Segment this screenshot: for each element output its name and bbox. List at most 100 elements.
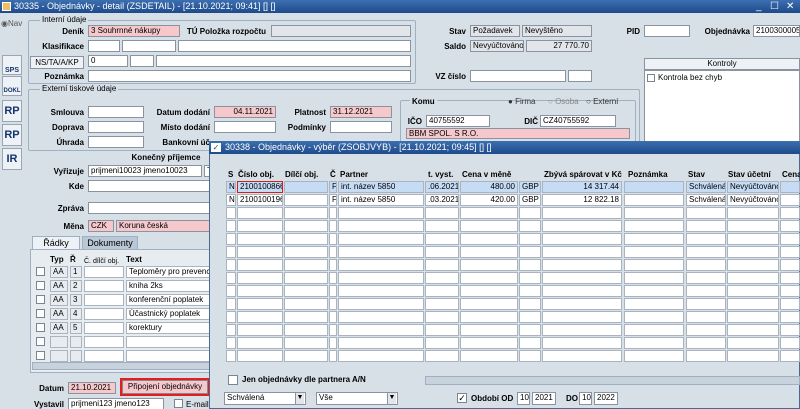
picker-cell-empty[interactable] bbox=[624, 259, 684, 271]
pid-field[interactable] bbox=[644, 25, 690, 37]
picker-cell-s[interactable] bbox=[226, 220, 236, 232]
picker-cell-vyst[interactable] bbox=[425, 285, 459, 297]
obdobi-checkbox[interactable]: ✓ bbox=[457, 393, 467, 403]
picker-cell-c[interactable] bbox=[329, 272, 337, 284]
picker-cell-s[interactable] bbox=[226, 259, 236, 271]
ns-field-1[interactable]: 0 bbox=[88, 55, 128, 67]
picker-cell-zbyva[interactable] bbox=[542, 246, 622, 258]
picker-cell-vyst[interactable] bbox=[425, 337, 459, 349]
picker-cell-cena[interactable]: 420.00 bbox=[460, 194, 518, 206]
picker-cell-zbyva[interactable] bbox=[542, 350, 622, 362]
picker-cell-empty[interactable] bbox=[624, 220, 684, 232]
picker-cell-cena[interactable] bbox=[460, 220, 518, 232]
line-cell-text[interactable] bbox=[126, 350, 210, 362]
picker-cell-c[interactable] bbox=[329, 311, 337, 323]
picker-cell-stav_uc[interactable]: Nevyúčtováno bbox=[727, 181, 779, 193]
picker-cell-stav_uc[interactable] bbox=[727, 324, 779, 336]
picker-cell-stav_uc[interactable] bbox=[727, 298, 779, 310]
picker-cell-empty[interactable] bbox=[780, 259, 800, 271]
picker-cell-empty[interactable] bbox=[624, 194, 684, 206]
line-row-checkbox[interactable] bbox=[36, 309, 45, 318]
line-row-checkbox[interactable] bbox=[36, 295, 45, 304]
do-month[interactable]: 10 bbox=[579, 392, 592, 405]
picker-cell-empty[interactable] bbox=[284, 324, 328, 336]
line-row-checkbox[interactable] bbox=[36, 323, 45, 332]
picker-cell-empty[interactable] bbox=[284, 272, 328, 284]
ns-field-3[interactable] bbox=[156, 55, 411, 67]
picker-cell-empty[interactable] bbox=[780, 311, 800, 323]
picker-cell-s[interactable] bbox=[226, 285, 236, 297]
picker-cell-vyst[interactable] bbox=[425, 350, 459, 362]
picker-cell-zbyva[interactable] bbox=[542, 337, 622, 349]
line-cell-text[interactable]: kniha 2ks bbox=[126, 280, 210, 292]
mena-code[interactable]: CZK bbox=[88, 220, 114, 232]
podminky-field[interactable] bbox=[330, 121, 392, 133]
picker-cell-stav[interactable]: Schválená bbox=[686, 181, 726, 193]
ico-field[interactable]: 40755592 bbox=[426, 115, 490, 127]
line-cell-r[interactable]: 4 bbox=[70, 308, 82, 320]
picker-cell-zbyva[interactable] bbox=[542, 233, 622, 245]
picker-cell-mena[interactable] bbox=[519, 207, 541, 219]
picker-cell-stav[interactable]: Schválená bbox=[686, 194, 726, 206]
picker-cell-stav_uc[interactable] bbox=[727, 246, 779, 258]
line-row-checkbox[interactable] bbox=[36, 267, 45, 276]
picker-cell-partner[interactable] bbox=[338, 285, 424, 297]
picker-cell-s[interactable] bbox=[226, 311, 236, 323]
picker-cell-empty[interactable] bbox=[780, 285, 800, 297]
radio-firma[interactable]: ● Firma bbox=[508, 97, 536, 107]
picker-cell-vyst[interactable] bbox=[425, 311, 459, 323]
doprava-field[interactable] bbox=[88, 121, 144, 133]
picker-cell-cislo[interactable] bbox=[237, 324, 283, 336]
line-cell-typ[interactable]: AA bbox=[50, 266, 68, 278]
picker-cell-vyst[interactable] bbox=[425, 272, 459, 284]
line-cell-text[interactable]: korektury bbox=[126, 322, 210, 334]
picker-cell-cislo[interactable] bbox=[237, 311, 283, 323]
pripojeni-button[interactable]: Připojení objednávky bbox=[120, 378, 210, 396]
picker-cell-mena[interactable]: GBP bbox=[519, 181, 541, 193]
picker-cell-mena[interactable] bbox=[519, 350, 541, 362]
picker-cell-stav_uc[interactable] bbox=[727, 337, 779, 349]
picker-cell-empty[interactable] bbox=[284, 298, 328, 310]
picker-cell-vyst[interactable] bbox=[425, 246, 459, 258]
picker-cell-mena[interactable] bbox=[519, 324, 541, 336]
poznamka-field[interactable] bbox=[88, 70, 411, 82]
picker-cell-empty[interactable] bbox=[284, 194, 328, 206]
picker-cell-vyst[interactable]: .06.2021 bbox=[425, 181, 459, 193]
picker-cell-cislo[interactable] bbox=[237, 350, 283, 362]
picker-cell-c[interactable]: F bbox=[329, 181, 337, 193]
line-cell-r[interactable] bbox=[70, 350, 82, 362]
picker-cell-mena[interactable] bbox=[519, 285, 541, 297]
picker-cell-s[interactable]: N bbox=[226, 194, 236, 206]
zprava-field[interactable] bbox=[88, 202, 214, 214]
picker-cell-cislo[interactable] bbox=[237, 233, 283, 245]
picker-cell-empty[interactable] bbox=[624, 181, 684, 193]
picker-cell-empty[interactable] bbox=[780, 207, 800, 219]
uhrada-field[interactable] bbox=[88, 136, 144, 148]
objednavka-field[interactable]: 2100300005 bbox=[753, 25, 800, 37]
picker-cell-c[interactable] bbox=[329, 285, 337, 297]
picker-cell-partner[interactable]: int. název 5850 bbox=[338, 194, 424, 206]
line-cell-typ[interactable] bbox=[50, 336, 68, 348]
picker-cell-stav[interactable] bbox=[686, 220, 726, 232]
picker-cell-zbyva[interactable] bbox=[542, 220, 622, 232]
line-cell-cislo[interactable] bbox=[84, 350, 124, 362]
line-cell-cislo[interactable] bbox=[84, 280, 124, 292]
picker-cell-cislo[interactable] bbox=[237, 259, 283, 271]
picker-cell-cislo[interactable] bbox=[237, 298, 283, 310]
picker-cell-c[interactable] bbox=[329, 324, 337, 336]
line-cell-typ[interactable] bbox=[50, 350, 68, 362]
minimize-icon[interactable]: _ bbox=[756, 0, 762, 13]
only-partner-checkbox[interactable] bbox=[228, 375, 238, 385]
picker-cell-empty[interactable] bbox=[624, 298, 684, 310]
picker-cell-mena[interactable] bbox=[519, 337, 541, 349]
line-cell-r[interactable] bbox=[70, 336, 82, 348]
picker-cell-empty[interactable] bbox=[624, 337, 684, 349]
lines-scrollbar[interactable] bbox=[32, 362, 210, 370]
picker-cell-empty[interactable] bbox=[284, 207, 328, 219]
line-cell-text[interactable]: konferenční poplatek bbox=[126, 294, 210, 306]
maximize-icon[interactable]: ☐ bbox=[770, 0, 779, 13]
line-cell-cislo[interactable] bbox=[84, 308, 124, 320]
picker-cell-stav[interactable] bbox=[686, 233, 726, 245]
klasifikace-field-2[interactable] bbox=[122, 40, 176, 52]
picker-cell-mena[interactable]: GBP bbox=[519, 194, 541, 206]
